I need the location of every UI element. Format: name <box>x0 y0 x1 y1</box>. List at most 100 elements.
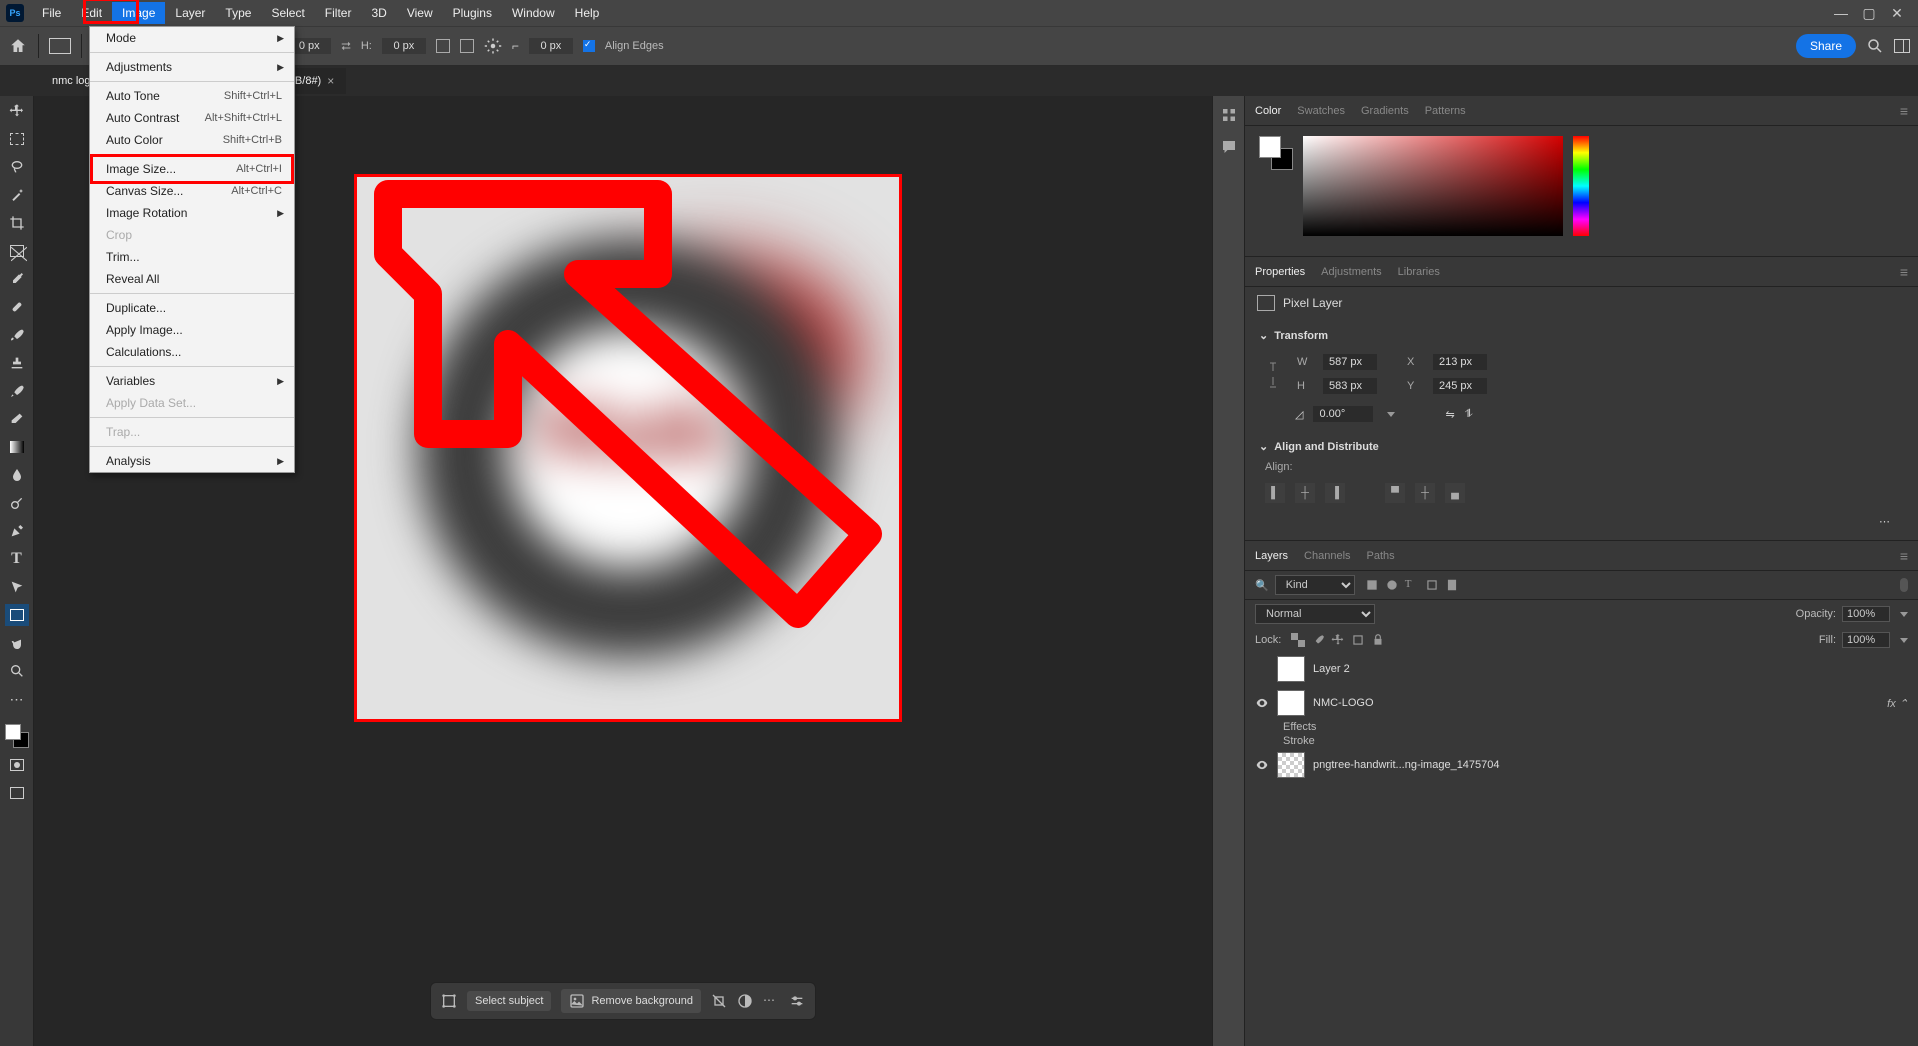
layer-item[interactable]: pngtree-handwrit...ng-image_1475704 <box>1245 748 1918 782</box>
layer-effect-stroke[interactable]: Stroke <box>1245 734 1918 748</box>
transform-section[interactable]: ⌄Transform <box>1259 325 1904 346</box>
workspace-icon[interactable] <box>1894 39 1910 53</box>
menu-image[interactable]: Image <box>112 2 165 24</box>
corner-input[interactable]: 0 px <box>529 38 573 54</box>
hue-strip[interactable] <box>1573 136 1589 236</box>
fx-badge[interactable]: fx ⌃ <box>1887 697 1908 710</box>
align-left[interactable]: ▌ <box>1265 483 1285 503</box>
layer-name[interactable]: NMC-LOGO <box>1313 697 1374 709</box>
width-field[interactable] <box>1323 354 1377 370</box>
menu-item-auto-tone[interactable]: Auto ToneShift+Ctrl+L <box>90 85 294 107</box>
menu-item-trim[interactable]: Trim... <box>90 246 294 268</box>
lock-artboard-icon[interactable] <box>1351 633 1365 647</box>
eraser-tool[interactable] <box>5 408 29 430</box>
shape-tool-indicator[interactable] <box>49 38 71 54</box>
visibility-icon[interactable] <box>1255 662 1269 676</box>
gear-icon[interactable] <box>484 37 502 55</box>
menu-edit[interactable]: Edit <box>71 2 112 24</box>
more-options-icon[interactable]: ⋯ <box>1259 509 1904 534</box>
brush-tool[interactable] <box>5 324 29 346</box>
align-edges-checkbox[interactable] <box>583 40 595 52</box>
dodge-tool[interactable] <box>5 492 29 514</box>
rect-tool[interactable] <box>5 604 29 626</box>
type-tool[interactable]: T <box>5 548 29 570</box>
flip-h-icon[interactable]: ⇋ <box>1445 408 1454 421</box>
visibility-icon[interactable] <box>1255 696 1269 710</box>
menu-item-image-size[interactable]: Image Size...Alt+Ctrl+I <box>90 158 294 180</box>
layer-item[interactable]: Layer 2 <box>1245 652 1918 686</box>
tab-gradients[interactable]: Gradients <box>1361 105 1409 117</box>
lock-pos-icon[interactable] <box>1331 633 1345 647</box>
marquee-tool[interactable] <box>5 128 29 150</box>
tab-paths[interactable]: Paths <box>1367 550 1395 562</box>
align-right[interactable]: ▐ <box>1325 483 1345 503</box>
home-icon[interactable] <box>8 37 28 55</box>
layer-filter-kind[interactable]: Kind <box>1275 575 1355 595</box>
layer-effect-effects[interactable]: Effects <box>1245 720 1918 734</box>
align-vcenter[interactable]: ┼ <box>1415 483 1435 503</box>
gradient-tool[interactable] <box>5 436 29 458</box>
align-section[interactable]: ⌄Align and Distribute <box>1259 436 1904 457</box>
height-input[interactable]: 0 px <box>382 38 426 54</box>
menu-item-mode[interactable]: Mode <box>90 27 294 49</box>
menu-layer[interactable]: Layer <box>165 2 215 24</box>
quick-mask[interactable] <box>5 754 29 776</box>
panel-menu-icon[interactable]: ≡ <box>1900 103 1908 119</box>
adjust-icon[interactable] <box>737 993 753 1009</box>
pen-tool[interactable] <box>5 520 29 542</box>
menu-item-duplicate[interactable]: Duplicate... <box>90 297 294 319</box>
tab-swatches[interactable]: Swatches <box>1297 105 1345 117</box>
lasso-tool[interactable] <box>5 156 29 178</box>
menu-item-variables[interactable]: Variables <box>90 370 294 392</box>
search-icon[interactable] <box>1866 37 1884 55</box>
menu-item-calculations[interactable]: Calculations... <box>90 341 294 363</box>
transform-icon[interactable] <box>441 993 457 1009</box>
pathop-2[interactable] <box>460 39 474 53</box>
menu-item-canvas-size[interactable]: Canvas Size...Alt+Ctrl+C <box>90 180 294 202</box>
fg-bg-color[interactable] <box>5 724 29 748</box>
blend-mode-select[interactable]: Normal <box>1255 604 1375 624</box>
crop-icon[interactable] <box>711 993 727 1009</box>
canvas[interactable] <box>354 174 902 722</box>
panel-menu-icon[interactable]: ≡ <box>1900 264 1908 280</box>
panel-menu-icon[interactable]: ≡ <box>1900 548 1908 564</box>
tab-channels[interactable]: Channels <box>1304 550 1350 562</box>
menu-3d[interactable]: 3D <box>361 2 396 24</box>
lock-pixels-icon[interactable] <box>1311 633 1325 647</box>
history-brush-tool[interactable] <box>5 380 29 402</box>
layer-name[interactable]: Layer 2 <box>1313 663 1350 675</box>
corner-icon[interactable]: ⌐ <box>512 39 519 53</box>
pathop-1[interactable] <box>436 39 450 53</box>
comment-icon[interactable] <box>1220 138 1238 156</box>
brush-panel-icon[interactable] <box>1220 106 1238 124</box>
filter-smart-icon[interactable] <box>1445 578 1459 592</box>
maximize-button[interactable]: ▢ <box>1862 6 1876 20</box>
wand-tool[interactable] <box>5 184 29 206</box>
height-field[interactable] <box>1323 378 1377 394</box>
link-icon[interactable]: ⮂ <box>341 39 351 54</box>
filter-type-icon[interactable]: T <box>1405 578 1419 592</box>
move-tool[interactable] <box>5 100 29 122</box>
menu-file[interactable]: File <box>32 2 71 24</box>
frame-tool[interactable] <box>5 240 29 262</box>
tab-patterns[interactable]: Patterns <box>1425 105 1466 117</box>
menu-item-auto-contrast[interactable]: Auto ContrastAlt+Shift+Ctrl+L <box>90 107 294 129</box>
visibility-icon[interactable] <box>1255 758 1269 772</box>
settings-icon[interactable] <box>789 993 805 1009</box>
lock-all-icon[interactable] <box>1371 633 1385 647</box>
crop-tool[interactable] <box>5 212 29 234</box>
tab-close-icon[interactable]: × <box>327 74 334 88</box>
filter-toggle[interactable] <box>1900 578 1908 592</box>
tab-properties[interactable]: Properties <box>1255 266 1305 278</box>
close-button[interactable]: ✕ <box>1890 6 1904 20</box>
layer-name[interactable]: pngtree-handwrit...ng-image_1475704 <box>1313 759 1500 771</box>
menu-view[interactable]: View <box>397 2 443 24</box>
select-subject-button[interactable]: Select subject <box>467 991 551 1011</box>
menu-item-apply-image[interactable]: Apply Image... <box>90 319 294 341</box>
menu-select[interactable]: Select <box>261 2 314 24</box>
menu-help[interactable]: Help <box>565 2 610 24</box>
lock-trans-icon[interactable] <box>1291 633 1305 647</box>
tab-color[interactable]: Color <box>1255 105 1281 117</box>
fill-input[interactable]: 100% <box>1842 632 1890 648</box>
menu-item-reveal-all[interactable]: Reveal All <box>90 268 294 290</box>
